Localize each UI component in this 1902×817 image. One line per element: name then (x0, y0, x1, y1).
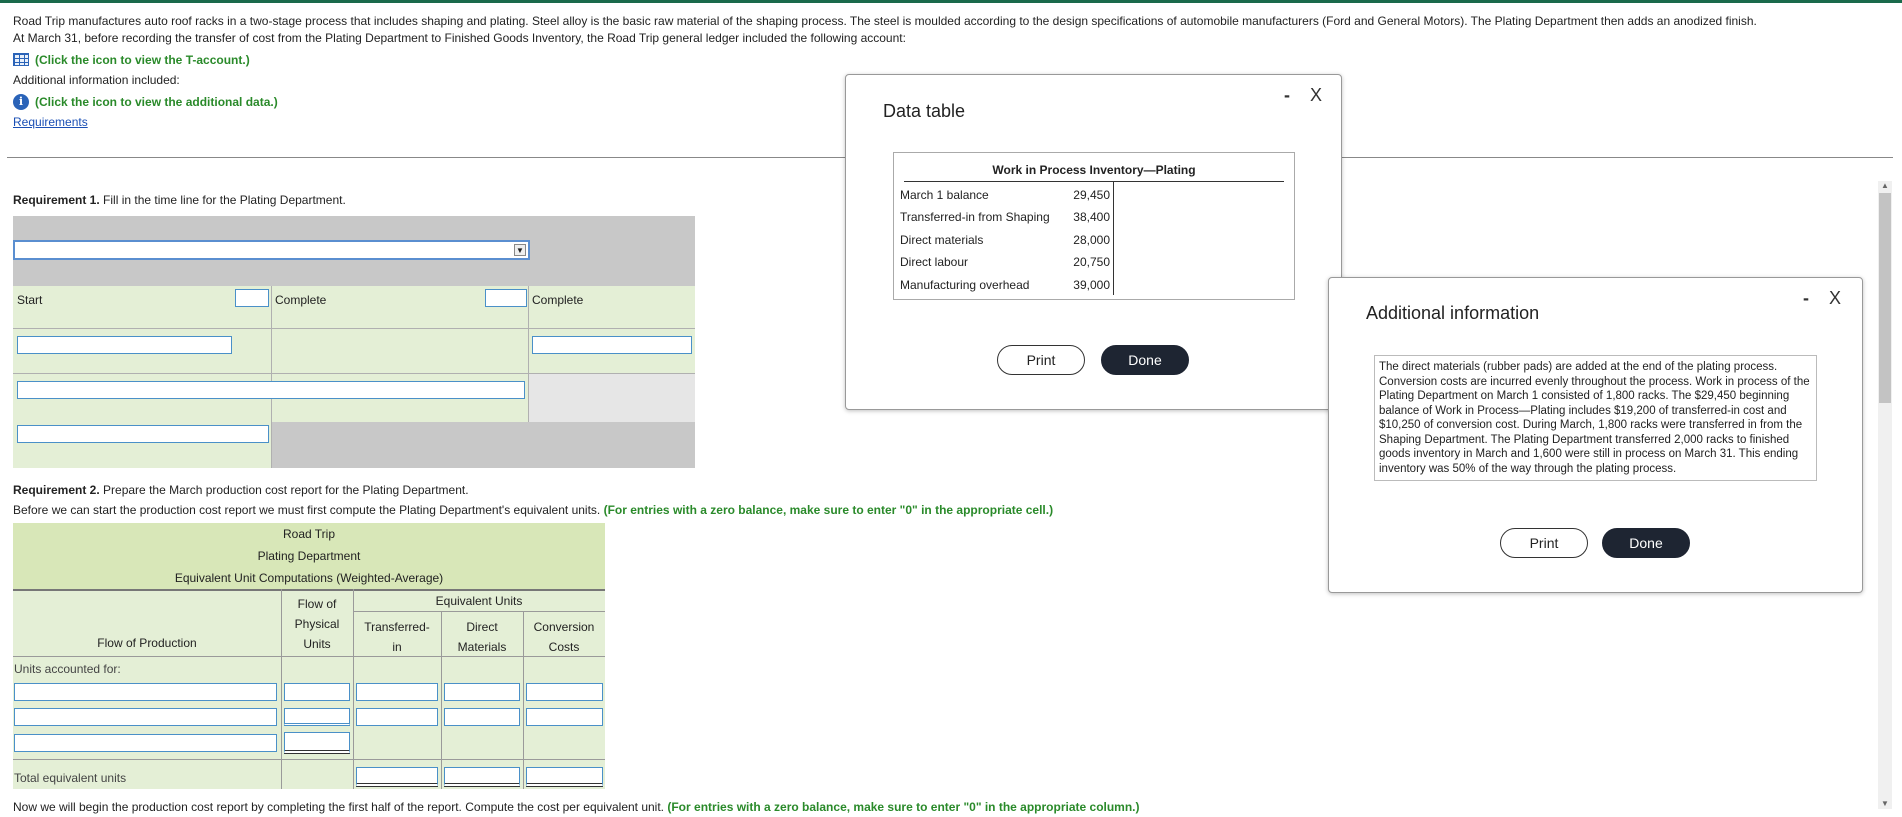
eu-row2-direct-input[interactable] (444, 708, 520, 726)
eu-col-conversion: Conversion Costs (533, 620, 595, 654)
eu-subtitle: Equivalent Unit Computations (Weighted-A… (174, 571, 444, 585)
table-icon[interactable] (13, 53, 29, 66)
taccount-divider (1113, 182, 1114, 295)
timeline-hline-1 (13, 328, 695, 329)
timeline-input-wide[interactable] (17, 381, 525, 399)
eu-col-physical: Flow of Physical Units (294, 597, 340, 651)
eu-row2-label-input[interactable] (14, 708, 277, 726)
taccount-row-value: 20,750 (1073, 255, 1110, 269)
taccount-row-label: Direct materials (900, 233, 984, 247)
intro-line-2: At March 31, before recording the transf… (13, 31, 906, 45)
eu-row1-physical-input[interactable] (284, 683, 350, 701)
taccount-row-label: March 1 balance (900, 188, 989, 202)
data-table-dialog: Data table - X Work in Process Inventory… (845, 74, 1342, 410)
eu-col-direct: Direct Materials (457, 620, 507, 654)
timeline-input-complete-2[interactable] (485, 289, 527, 307)
info-icon[interactable]: i (13, 93, 29, 110)
minimize-icon[interactable]: - (1803, 288, 1809, 309)
eu-total-label: Total equivalent units (14, 771, 127, 785)
eu-department: Plating Department (257, 549, 361, 563)
eu-grid: Flow of Production Flow of Physical Unit… (13, 589, 605, 789)
eu-top-rule (13, 589, 605, 591)
eu-col-equivalent-units: Equivalent Units (435, 594, 523, 608)
requirement-1-heading: Requirement 1. Fill in the time line for… (13, 193, 346, 207)
taccount-row-value: 29,450 (1073, 188, 1110, 202)
timeline-divider-1 (271, 286, 272, 468)
timeline-hline-2 (13, 373, 695, 374)
eu-total-conversion-input[interactable] (526, 767, 603, 787)
timeline-gray-block (528, 373, 695, 422)
taccount-row-label: Direct labour (900, 255, 969, 269)
eu-table-header: Road Trip Plating Department Equivalent … (13, 523, 605, 589)
equivalent-units-table: Road Trip Plating Department Equivalent … (13, 523, 605, 789)
timeline-input-start-units[interactable] (17, 336, 232, 354)
eu-col-transferred: Transferred- in (364, 620, 430, 654)
timeline-divider-2 (528, 286, 529, 422)
taccount-row-label: Manufacturing overhead (900, 278, 1030, 292)
eu-row1-direct-input[interactable] (444, 683, 520, 701)
scroll-up-icon[interactable]: ▲ (1878, 181, 1892, 191)
taccount-row-label: Transferred-in from Shaping (900, 210, 1050, 224)
data-table-title: Data table (883, 101, 966, 121)
done-button[interactable]: Done (1602, 528, 1690, 558)
req2-line2-green: (For entries with a zero balance, make s… (603, 503, 1054, 517)
timeline-input-footer[interactable] (17, 425, 269, 443)
taccount-link-row[interactable]: (Click the icon to view the T-account.) (13, 51, 1893, 68)
scrollbar-thumb[interactable] (1879, 193, 1891, 403)
eu-col-flow-production: Flow of Production (97, 636, 197, 650)
bottom-instruction: Now we will begin the production cost re… (13, 800, 1140, 814)
eu-row2-physical-input[interactable] (284, 708, 350, 726)
timeline-start-label: Start (17, 293, 43, 307)
taccount-row-value: 39,000 (1073, 278, 1110, 292)
eu-row1-conversion-input[interactable] (526, 683, 603, 701)
timeline-select[interactable]: ▼ (13, 240, 530, 260)
eu-row1-label-input[interactable] (14, 683, 277, 701)
additional-link[interactable]: (Click the icon to view the additional d… (35, 95, 278, 109)
req2-bold: Requirement 2. (13, 483, 100, 497)
additional-info-title: Additional information (1366, 303, 1540, 323)
timeline-complete-label-1: Complete (275, 293, 327, 307)
print-button[interactable]: Print (1500, 528, 1588, 558)
chevron-down-icon[interactable]: ▼ (514, 244, 526, 256)
close-icon[interactable]: X (1310, 85, 1322, 106)
minimize-icon[interactable]: - (1284, 85, 1290, 106)
req2-text: Prepare the March production cost report… (99, 483, 469, 497)
eu-total-direct-input[interactable] (444, 767, 520, 787)
eu-row1-transferred-input[interactable] (356, 683, 438, 701)
req1-text: Fill in the time line for the Plating De… (99, 193, 346, 207)
req2-line2: Before we can start the production cost … (13, 503, 601, 517)
eu-row3-label-input[interactable] (14, 734, 277, 752)
intro-line-1: Road Trip manufactures auto roof racks i… (13, 14, 1757, 28)
scroll-down-icon[interactable]: ▼ (1878, 799, 1892, 809)
close-icon[interactable]: X (1829, 288, 1841, 309)
taccount-table: Work in Process Inventory—Plating March … (893, 152, 1295, 300)
req1-bold: Requirement 1. (13, 193, 100, 207)
timeline: ▼ Start Complete Complete (13, 216, 695, 468)
timeline-input-complete-1[interactable] (235, 289, 269, 307)
additional-info-text: The direct materials (rubber pads) are a… (1374, 355, 1817, 481)
requirements-link[interactable]: Requirements (13, 115, 88, 129)
print-button[interactable]: Print (997, 345, 1085, 375)
taccount-link[interactable]: (Click the icon to view the T-account.) (35, 53, 250, 67)
taccount-row-value: 28,000 (1073, 233, 1110, 247)
eu-units-accounted-label: Units accounted for: (14, 662, 121, 676)
timeline-input-complete-units[interactable] (532, 336, 692, 354)
additional-info-dialog: Additional information - X The direct ma… (1328, 277, 1863, 593)
eu-total-rule (13, 759, 605, 760)
eu-total-transferred-input[interactable] (356, 767, 438, 787)
eu-equivalent-rule (353, 611, 605, 612)
page-scrollbar[interactable]: ▲ ▼ (1878, 181, 1892, 809)
eu-company: Road Trip (282, 527, 336, 541)
taccount-title: Work in Process Inventory—Plating (904, 153, 1284, 182)
eu-row2-conversion-input[interactable] (526, 708, 603, 726)
timeline-complete-label-2: Complete (532, 293, 584, 307)
taccount-row-value: 38,400 (1073, 210, 1110, 224)
done-button[interactable]: Done (1101, 345, 1189, 375)
eu-row2-transferred-input[interactable] (356, 708, 438, 726)
eu-row3-physical-input[interactable] (284, 732, 350, 754)
requirement-2-heading: Requirement 2. Prepare the March product… (13, 480, 1053, 520)
